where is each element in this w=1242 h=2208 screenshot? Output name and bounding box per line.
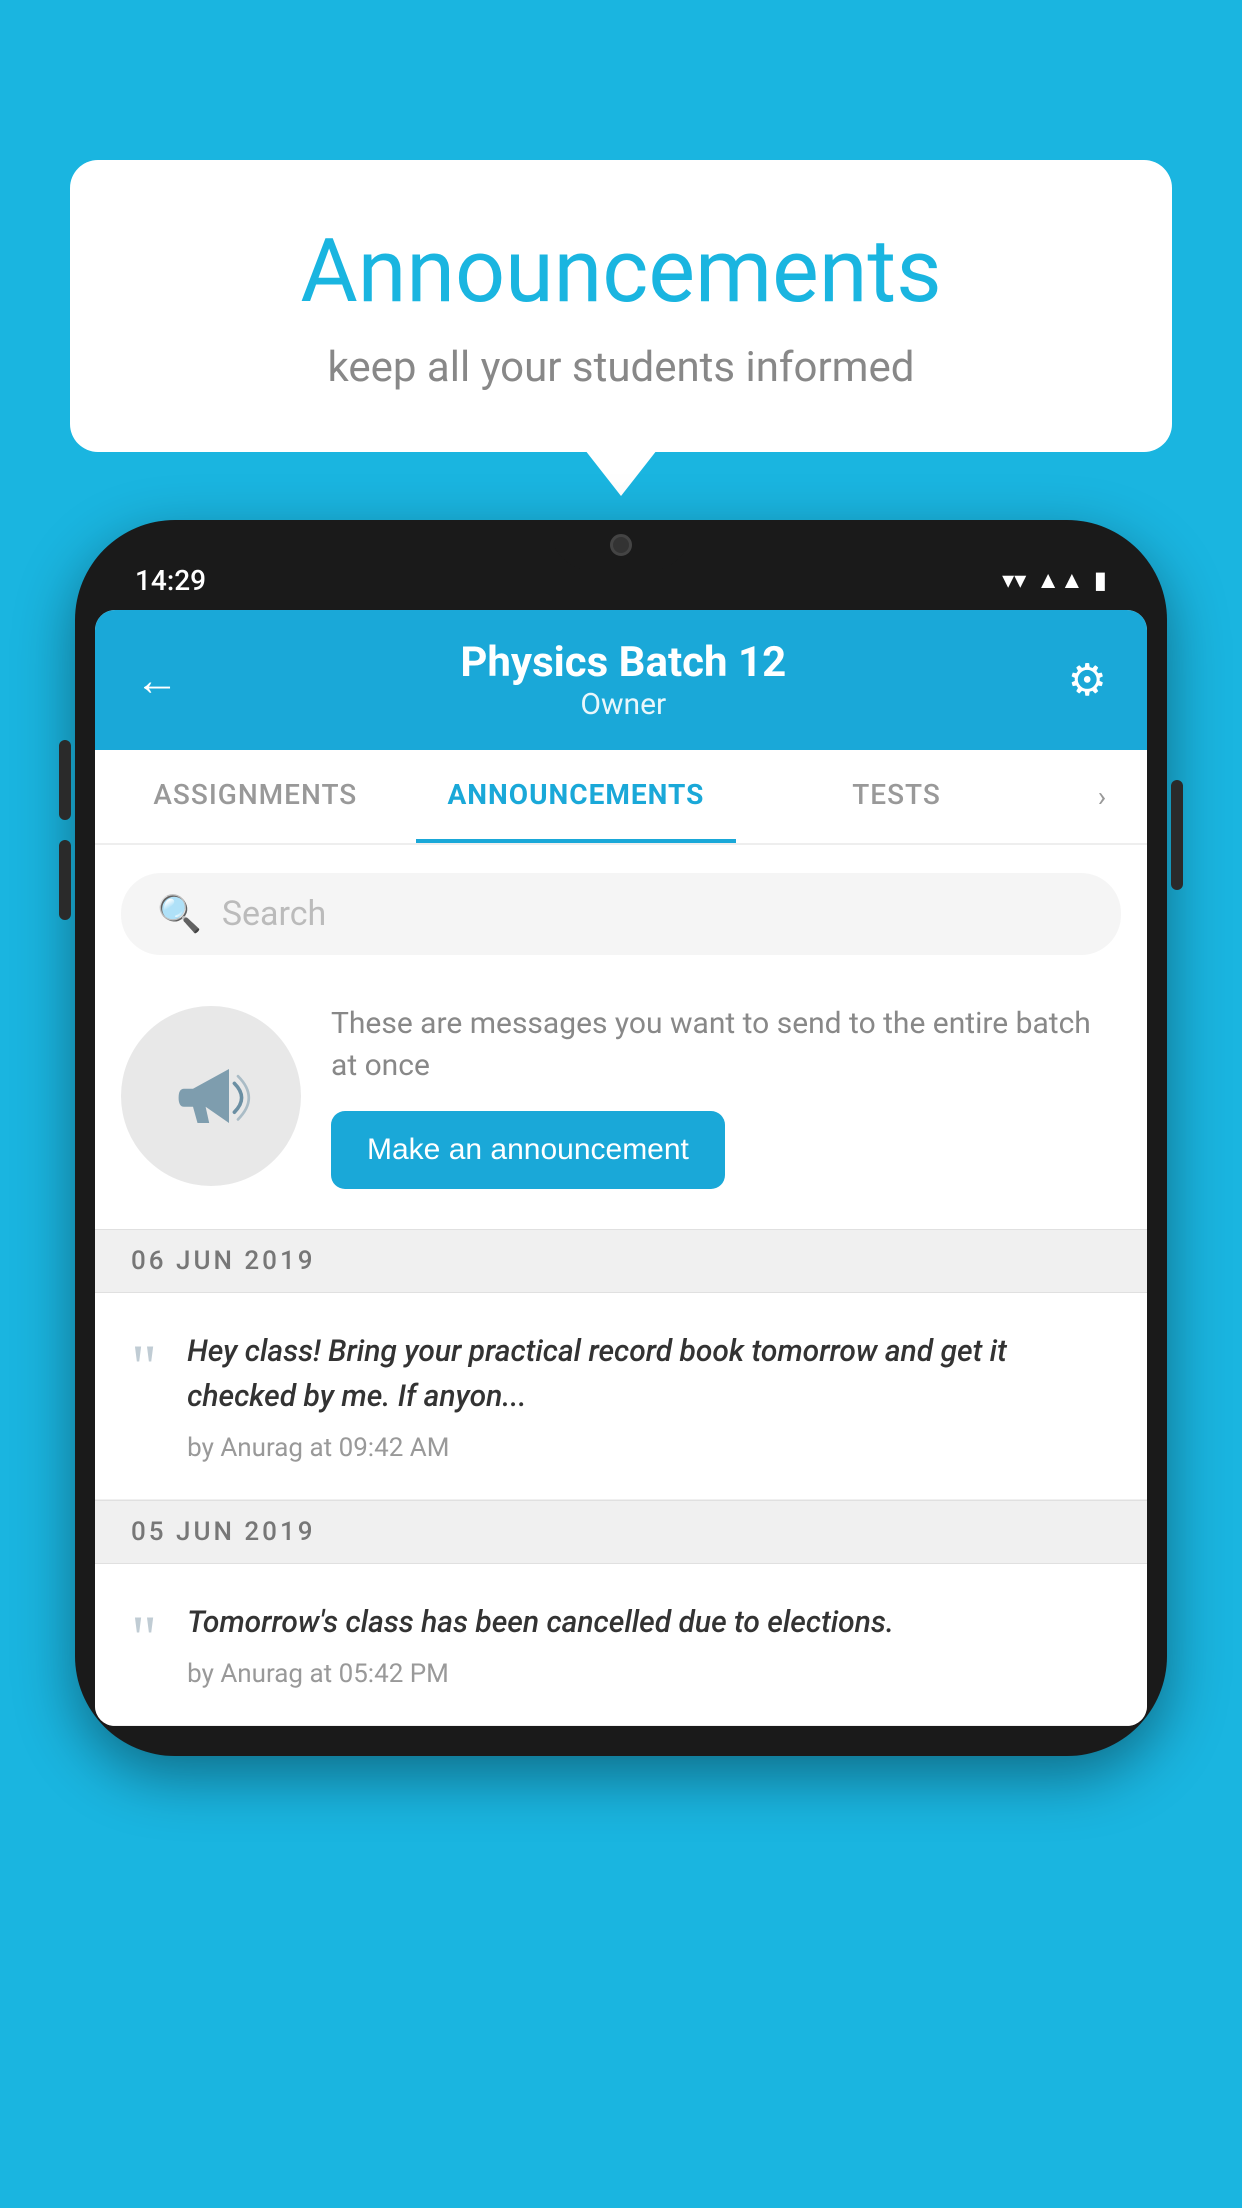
search-bar[interactable]: 🔍 Search	[121, 873, 1121, 955]
wifi-icon: ▾▾	[1002, 566, 1026, 594]
promo-section: These are messages you want to send to t…	[95, 983, 1147, 1229]
tab-assignments[interactable]: ASSIGNMENTS	[95, 750, 416, 843]
signal-icon: ▲▲	[1036, 566, 1084, 595]
front-camera	[610, 534, 632, 556]
announcement-author-2: by Anurag at 05:42 PM	[187, 1659, 1111, 1689]
volume-down-button[interactable]	[59, 840, 71, 920]
speech-bubble-section: Announcements keep all your students inf…	[70, 160, 1172, 452]
header-title: Physics Batch 12	[460, 638, 786, 687]
status-time: 14:29	[135, 564, 206, 597]
phone-screen: ← Physics Batch 12 Owner ⚙ ASSIGNMENTS A…	[95, 610, 1147, 1726]
quote-icon-2: "	[131, 1606, 157, 1689]
make-announcement-button[interactable]: Make an announcement	[331, 1111, 725, 1189]
announcement-author-1: by Anurag at 09:42 AM	[187, 1433, 1111, 1463]
power-button[interactable]	[1171, 780, 1183, 890]
announcement-item-2[interactable]: " Tomorrow's class has been cancelled du…	[95, 1564, 1147, 1726]
announcement-content-2: Tomorrow's class has been cancelled due …	[187, 1600, 1111, 1689]
announcement-item-1[interactable]: " Hey class! Bring your practical record…	[95, 1293, 1147, 1500]
promo-description: These are messages you want to send to t…	[331, 1003, 1121, 1087]
tab-announcements[interactable]: ANNOUNCEMENTS	[416, 750, 737, 843]
tab-more[interactable]: ›	[1057, 750, 1147, 843]
status-icons: ▾▾ ▲▲ ▮	[1002, 566, 1107, 595]
search-placeholder: Search	[222, 894, 326, 934]
bubble-title: Announcements	[150, 220, 1092, 323]
date-separator-2: 05 JUN 2019	[95, 1500, 1147, 1564]
battery-icon: ▮	[1094, 566, 1107, 594]
tab-tests[interactable]: TESTS	[736, 750, 1057, 843]
header-subtitle: Owner	[460, 687, 786, 722]
megaphone-icon	[166, 1051, 256, 1141]
announcement-content-1: Hey class! Bring your practical record b…	[187, 1329, 1111, 1463]
phone-outer: 14:29 ▾▾ ▲▲ ▮ ← Physics Batch 12 Owner ⚙…	[75, 520, 1167, 1756]
status-bar: 14:29 ▾▾ ▲▲ ▮	[95, 550, 1147, 610]
quote-icon-1: "	[131, 1335, 157, 1463]
settings-button[interactable]: ⚙	[1068, 654, 1107, 706]
bubble-subtitle: keep all your students informed	[150, 343, 1092, 392]
phone-notch	[551, 520, 691, 570]
promo-right: These are messages you want to send to t…	[331, 1003, 1121, 1189]
speech-bubble: Announcements keep all your students inf…	[70, 160, 1172, 452]
date-separator-1: 06 JUN 2019	[95, 1229, 1147, 1293]
app-header: ← Physics Batch 12 Owner ⚙	[95, 610, 1147, 750]
search-icon: 🔍	[157, 893, 202, 935]
announcement-text-1: Hey class! Bring your practical record b…	[187, 1329, 1111, 1419]
volume-up-button[interactable]	[59, 740, 71, 820]
announcement-text-2: Tomorrow's class has been cancelled due …	[187, 1600, 1111, 1645]
tabs-bar: ASSIGNMENTS ANNOUNCEMENTS TESTS ›	[95, 750, 1147, 845]
header-center: Physics Batch 12 Owner	[460, 638, 786, 722]
promo-icon-circle	[121, 1006, 301, 1186]
phone-device: 14:29 ▾▾ ▲▲ ▮ ← Physics Batch 12 Owner ⚙…	[75, 520, 1167, 1756]
back-button[interactable]: ←	[135, 654, 179, 706]
